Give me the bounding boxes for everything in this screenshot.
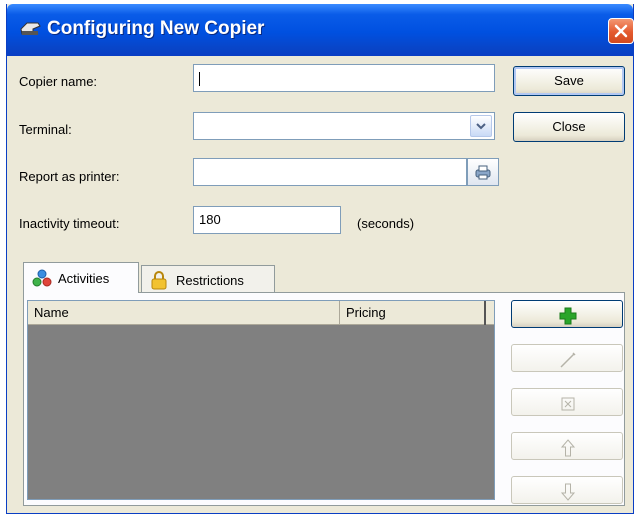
delete-icon bbox=[561, 397, 575, 411]
browse-printer-button[interactable] bbox=[467, 158, 499, 186]
report-as-printer-label: Report as printer: bbox=[19, 169, 120, 184]
move-down-icon bbox=[560, 483, 576, 501]
move-down-button[interactable] bbox=[511, 476, 623, 504]
terminal-select[interactable] bbox=[193, 112, 495, 140]
tab-restrictions-label: Restrictions bbox=[176, 273, 244, 288]
activities-table[interactable]: Name Pricing bbox=[27, 300, 495, 500]
column-header-pricing[interactable]: Pricing bbox=[340, 301, 486, 325]
window-title: Configuring New Copier bbox=[47, 18, 265, 39]
inactivity-timeout-input[interactable]: 180 bbox=[193, 206, 341, 234]
inactivity-timeout-value: 180 bbox=[199, 212, 221, 227]
chevron-down-icon bbox=[476, 123, 486, 130]
save-button[interactable]: Save bbox=[513, 66, 625, 96]
tab-restrictions[interactable]: Restrictions bbox=[141, 265, 275, 292]
close-icon bbox=[614, 24, 628, 38]
tab-activities[interactable]: Activities bbox=[23, 262, 139, 293]
report-as-printer-input[interactable] bbox=[193, 158, 467, 186]
printer-icon bbox=[475, 165, 491, 180]
inactivity-timeout-label: Inactivity timeout: bbox=[19, 216, 120, 231]
move-up-button[interactable] bbox=[511, 432, 623, 460]
activities-icon bbox=[32, 269, 52, 287]
move-up-icon bbox=[560, 439, 576, 457]
delete-activity-button[interactable] bbox=[511, 388, 623, 416]
terminal-dropdown-button[interactable] bbox=[470, 115, 492, 137]
terminal-label: Terminal: bbox=[19, 122, 72, 137]
close-button[interactable]: Close bbox=[513, 112, 625, 142]
lock-icon bbox=[151, 271, 167, 290]
dialog-window: Configuring New Copier Copier name: Term… bbox=[6, 4, 634, 514]
tab-activities-label: Activities bbox=[58, 271, 110, 286]
text-caret bbox=[199, 72, 200, 86]
edit-activity-button[interactable] bbox=[511, 344, 623, 372]
title-bar[interactable]: Configuring New Copier bbox=[7, 4, 634, 56]
copier-name-label: Copier name: bbox=[19, 74, 98, 89]
copier-name-input[interactable] bbox=[193, 64, 495, 92]
add-activity-button[interactable] bbox=[511, 300, 623, 328]
copier-icon bbox=[20, 22, 41, 35]
inactivity-timeout-unit: (seconds) bbox=[357, 216, 415, 231]
close-window-button[interactable] bbox=[608, 18, 634, 44]
add-icon bbox=[559, 307, 577, 325]
column-header-name[interactable]: Name bbox=[28, 301, 340, 325]
edit-icon bbox=[560, 352, 576, 368]
table-header: Name Pricing bbox=[28, 301, 494, 325]
